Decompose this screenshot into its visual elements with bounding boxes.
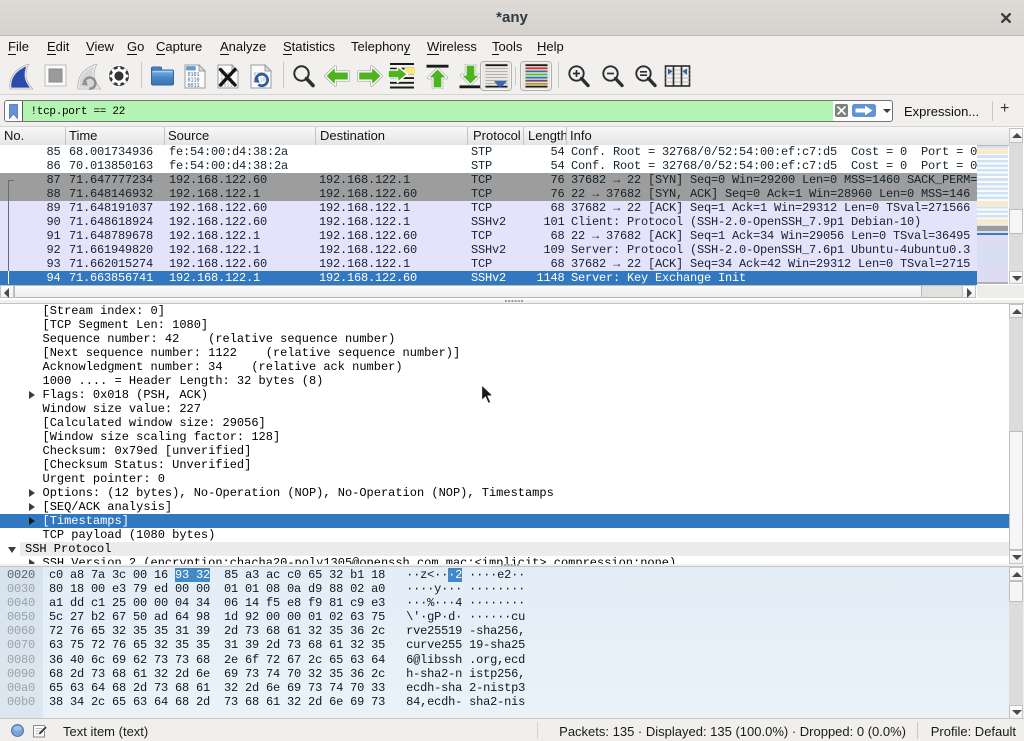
svg-text:0011: 0011 (188, 83, 200, 89)
